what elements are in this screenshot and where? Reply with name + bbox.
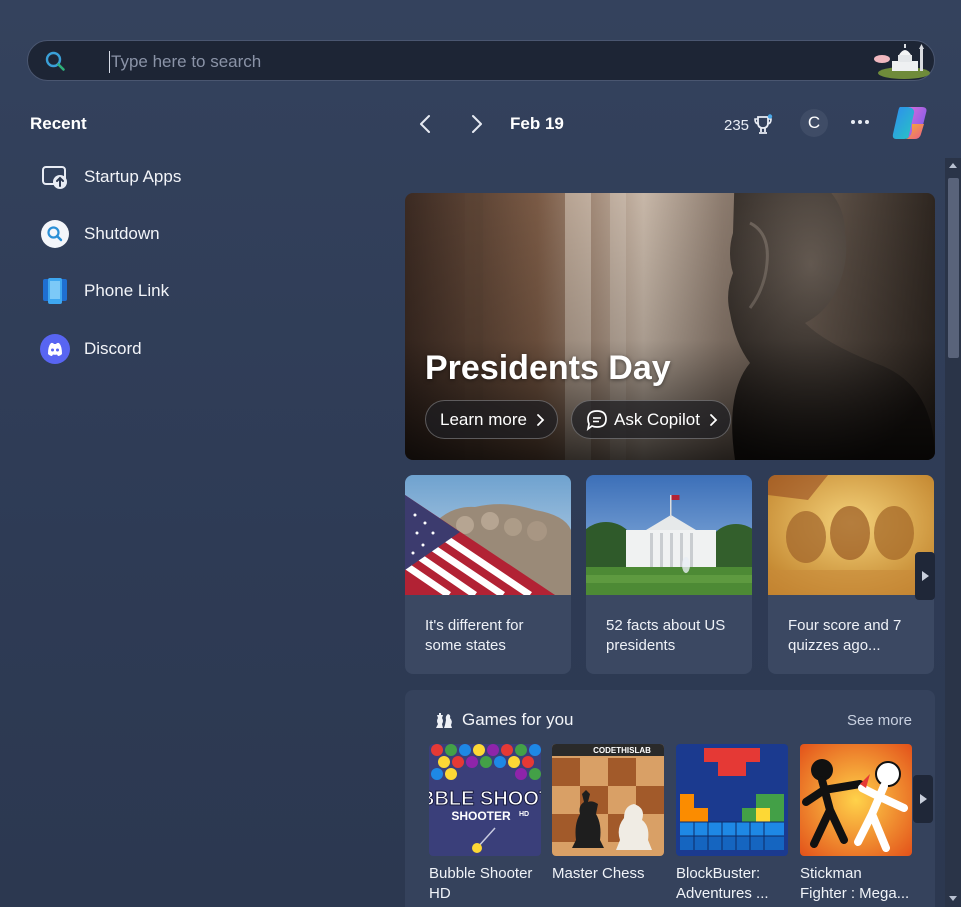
scroll-down-arrow-icon[interactable] (945, 890, 961, 906)
recent-item-discord[interactable]: Discord (40, 333, 142, 365)
news-card[interactable]: Four score and 7 quizzes ago... (768, 475, 934, 674)
discord-icon (40, 334, 70, 364)
blockbuster-thumbnail (676, 744, 788, 856)
recent-item-startup-apps[interactable]: Startup Apps (40, 161, 181, 193)
svg-text:HD: HD (519, 811, 529, 818)
games-next-button[interactable] (913, 775, 933, 823)
scrollbar-thumb[interactable] (948, 178, 959, 358)
search-circle-icon (40, 219, 70, 249)
news-card[interactable]: It's different for some states (405, 475, 571, 674)
game-tile[interactable]: BlockBuster: Adventures ... (676, 744, 788, 904)
play-right-icon (922, 571, 929, 581)
presidents-collage-image (768, 475, 934, 595)
back-chevron-icon[interactable] (414, 112, 438, 136)
svg-text:SHOOTER: SHOOTER (451, 809, 511, 823)
stickman-fighter-thumbnail (800, 744, 912, 856)
search-input[interactable] (111, 49, 811, 75)
recent-item-label: Discord (84, 339, 142, 358)
learn-more-button[interactable]: Learn more (425, 400, 558, 439)
chevron-right-icon (710, 413, 718, 426)
recent-item-label: Phone Link (84, 281, 170, 300)
games-heading: Games for you (432, 710, 574, 730)
copilot-icon[interactable] (890, 104, 930, 142)
recent-item-shutdown[interactable]: Shutdown (40, 218, 160, 250)
see-more-link[interactable]: See more (847, 712, 912, 729)
game-name: Bubble Shooter HD (429, 865, 533, 902)
games-title: Games for you (462, 710, 574, 729)
rewards-points[interactable]: 235 (724, 114, 773, 136)
phone-link-icon (40, 276, 70, 306)
startup-apps-icon (40, 162, 70, 192)
hero-title: Presidents Day (425, 349, 671, 387)
bubble-shooter-logo-text: BUBBLE SHOOTER (429, 788, 541, 810)
news-card-text: Four score and 7 quizzes ago... (788, 617, 902, 654)
learn-more-label: Learn more (440, 409, 527, 429)
search-icon (45, 51, 65, 71)
user-avatar[interactable]: C (800, 109, 828, 137)
master-chess-thumbnail: CODETHISLAB (552, 744, 664, 856)
game-tile[interactable]: Stickman Fighter : Mega... (800, 744, 912, 904)
scroll-up-arrow-icon[interactable] (945, 158, 961, 174)
game-name: Master Chess (552, 865, 645, 882)
game-name: BlockBuster: Adventures ... (676, 865, 769, 902)
recent-item-phone-link[interactable]: Phone Link (40, 275, 169, 307)
mount-rushmore-flag-image (405, 475, 571, 598)
recent-item-label: Shutdown (84, 224, 160, 243)
svg-text:CODETHISLAB: CODETHISLAB (593, 746, 651, 755)
play-right-icon (920, 794, 927, 804)
news-card[interactable]: 52 facts about US presidents (586, 475, 752, 674)
news-next-button[interactable] (915, 552, 935, 600)
ask-copilot-button[interactable]: Ask Copilot (571, 400, 731, 439)
points-value: 235 (724, 116, 750, 134)
recent-heading: Recent (30, 114, 87, 133)
forward-chevron-icon[interactable] (464, 112, 488, 136)
game-tile[interactable]: BUBBLE SHOOTER SHOOTER HD Bubble Shooter… (429, 744, 541, 904)
bubble-shooter-thumbnail: BUBBLE SHOOTER SHOOTER HD (429, 744, 541, 856)
capitol-doodle-icon[interactable] (868, 43, 932, 79)
trophy-icon (754, 114, 773, 134)
text-caret (109, 51, 110, 73)
search-bar[interactable] (27, 40, 935, 81)
chess-pieces-icon (436, 713, 452, 728)
current-date: Feb 19 (510, 114, 564, 133)
ask-copilot-label: Ask Copilot (614, 409, 700, 429)
recent-item-label: Startup Apps (84, 167, 182, 186)
start-menu-panel: Recent Startup Apps Shutdown (0, 0, 961, 907)
news-card-text: 52 facts about US presidents (606, 617, 726, 654)
chat-bubble-icon (586, 409, 607, 431)
white-house-image (586, 475, 752, 595)
more-options-icon[interactable] (848, 112, 872, 132)
game-tile[interactable]: CODETHISLAB Master Chess (552, 744, 664, 884)
games-section: Games for you See more BLE SHOO SHOOTER … (405, 690, 935, 907)
chevron-right-icon (537, 413, 545, 426)
news-card-text: It's different for some states (425, 617, 524, 654)
hero-banner[interactable]: Presidents Day Learn more Ask Copilot (405, 193, 935, 460)
game-name: Stickman Fighter : Mega... (800, 865, 910, 902)
